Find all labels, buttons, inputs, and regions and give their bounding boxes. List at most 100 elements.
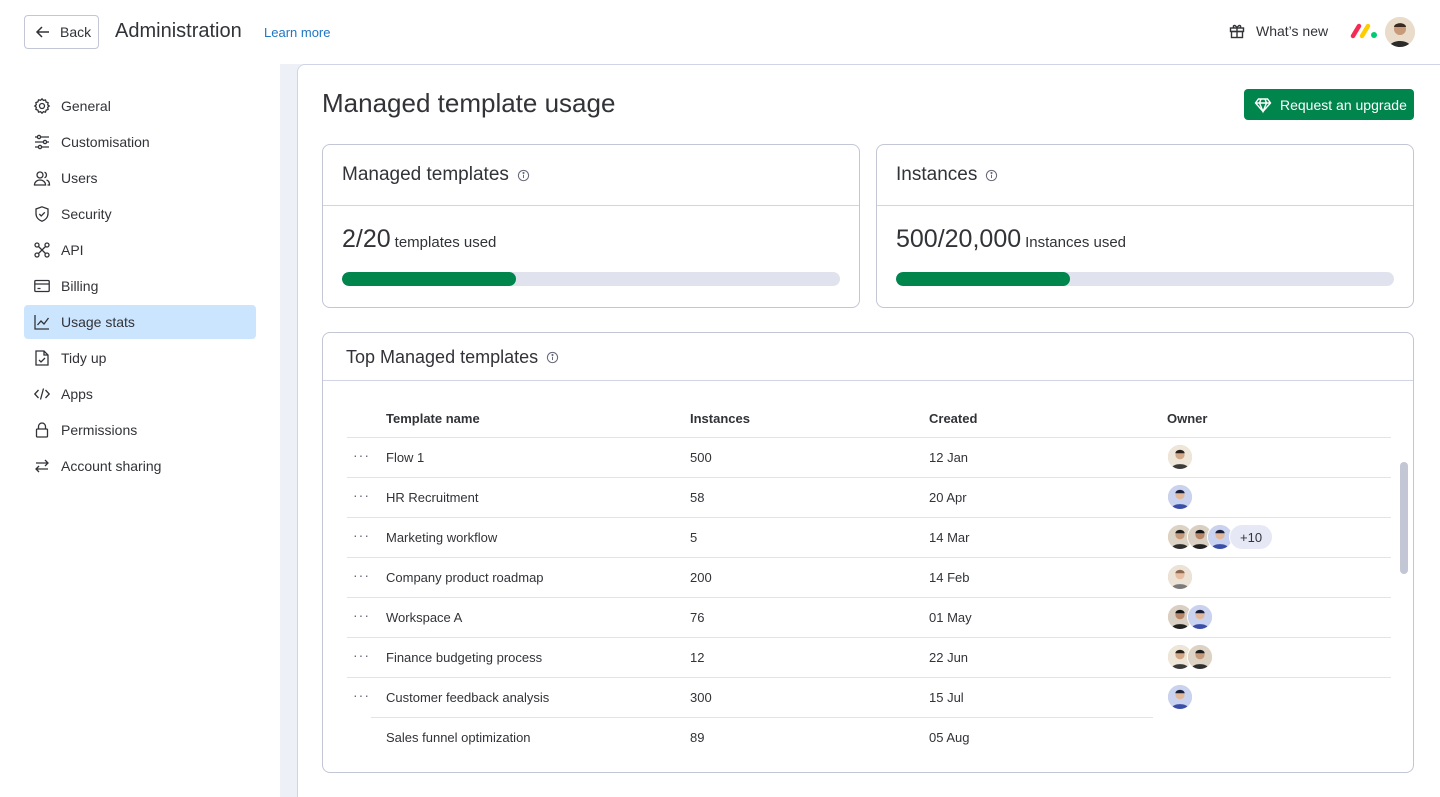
table-title: Top Managed templates [346,347,559,368]
monday-logo-icon [1350,23,1377,39]
sidebar-item-label: Security [61,206,112,222]
table-row[interactable]: ··· Customer feedback analysis 300 15 Jul [347,677,1391,717]
cell-template-name[interactable]: HR Recruitment [386,490,478,505]
request-upgrade-label: Request an upgrade [1280,96,1407,113]
card-title: Instances [896,164,978,185]
cell-instances: 89 [690,730,705,745]
api-icon [34,242,50,258]
sidebar-item-label: Permissions [61,422,138,438]
sidebar-item-label: Customisation [61,134,150,150]
cell-template-name[interactable]: Sales funnel optimization [386,730,531,745]
cell-instances: 12 [690,650,705,665]
cell-template-name[interactable]: Customer feedback analysis [386,690,549,705]
request-upgrade-button[interactable]: Request an upgrade [1244,89,1414,120]
sidebar-item-billing[interactable]: Billing [24,269,256,303]
row-menu-button[interactable]: ··· [353,607,370,623]
sidebar-item-users[interactable]: Users [24,161,256,195]
cell-owner [1167,604,1213,630]
sidebar-item-customisation[interactable]: Customisation [24,125,256,159]
column-header-instances[interactable]: Instances [690,411,750,426]
cell-instances: 200 [690,570,712,585]
sidebar-item-api[interactable]: API [24,233,256,267]
cell-created: 12 Jan [929,450,969,465]
instances-card: Instances 500/20,000 Instances used [876,144,1414,308]
cell-instances: 76 [690,610,705,625]
instances-used-suffix: Instances used [1025,234,1127,251]
templates-progress-fill [342,272,517,286]
owner-avatar[interactable] [1167,684,1193,710]
learn-more-link[interactable]: Learn more [264,25,330,40]
shield-icon [35,206,49,222]
info-icon[interactable] [985,169,998,182]
owner-avatar[interactable] [1187,604,1213,630]
cell-owner [1167,564,1193,590]
row-menu-button[interactable]: ··· [353,447,370,463]
sidebar-item-usage-stats[interactable]: Usage stats [24,305,256,339]
table-row[interactable]: ··· Company product roadmap 200 14 Feb [347,557,1391,597]
column-header-created[interactable]: Created [929,411,977,426]
info-icon[interactable] [517,169,530,182]
cell-owner: +10 [1167,524,1274,550]
sidebar-item-label: Usage stats [61,314,135,330]
row-menu-button[interactable]: ··· [353,687,370,703]
cell-instances: 300 [690,690,712,705]
table-row[interactable]: ··· Finance budgeting process 12 22 Jun [347,637,1391,677]
sidebar-item-label: Billing [61,278,99,294]
owner-avatar[interactable] [1167,484,1193,510]
card-header: Managed templates [323,145,859,206]
lock-icon [35,422,49,438]
column-header-template-name[interactable]: Template name [386,411,480,426]
table-row[interactable]: ··· Flow 1 500 12 Jan [347,437,1391,477]
table-row[interactable]: ··· Workspace A 76 01 May [347,597,1391,637]
cell-template-name[interactable]: Finance budgeting process [386,650,542,665]
table-row[interactable]: ··· HR Recruitment 58 20 Apr [347,477,1391,517]
sidebar-item-account-sharing[interactable]: Account sharing [24,449,256,483]
whats-new-button[interactable]: What’s new [1228,22,1328,40]
cell-template-name[interactable]: Marketing workflow [386,530,497,545]
row-menu-button[interactable]: ··· [353,567,370,583]
back-button[interactable]: Back [24,15,99,49]
users-icon [33,171,51,186]
table-title-text: Top Managed templates [346,347,539,367]
swap-icon [35,459,49,473]
cell-created: 22 Jun [929,650,969,665]
card-title: Managed templates [342,164,509,185]
row-menu-button[interactable]: ··· [353,487,370,503]
more-owners-badge[interactable]: +10 [1229,524,1274,550]
sidebar-item-permissions[interactable]: Permissions [24,413,256,447]
table-row[interactable]: Sales funnel optimization 89 05 Aug [371,717,1153,757]
code-icon [33,388,51,400]
owner-avatar[interactable] [1187,644,1213,670]
row-menu-button[interactable]: ··· [353,527,370,543]
cell-template-name[interactable]: Flow 1 [386,450,424,465]
table-scrollbar[interactable] [1400,462,1408,574]
sidebar-item-general[interactable]: General [24,89,256,123]
templates-progress-bar [342,272,840,286]
page-title: Managed template usage [322,88,616,118]
sidebar-item-label: Users [61,170,98,186]
cell-template-name[interactable]: Company product roadmap [386,570,544,585]
cell-created: 14 Mar [929,530,970,545]
templates-used-value: 2/20 [342,225,391,253]
top-bar: Back Administration Learn more What’s ne… [0,0,1440,64]
top-templates-card: Top Managed templates Template name Inst… [322,332,1414,773]
owner-avatar[interactable] [1167,564,1193,590]
cell-template-name[interactable]: Workspace A [386,610,462,625]
info-icon[interactable] [546,351,559,364]
instances-progress-bar [896,272,1394,286]
sidebar-item-tidy-up[interactable]: Tidy up [24,341,256,375]
column-header-owner[interactable]: Owner [1167,411,1207,426]
table-row[interactable]: ··· Marketing workflow 5 14 Mar +10 [347,517,1391,557]
owner-avatar[interactable] [1167,444,1193,470]
templates-used-suffix: templates used [394,234,497,251]
diamond-icon [1254,97,1272,113]
sidebar-item-apps[interactable]: Apps [24,377,256,411]
sidebar-item-label: General [61,98,111,114]
row-menu-button[interactable]: ··· [353,647,370,663]
sidebar-item-security[interactable]: Security [24,197,256,231]
cell-owner [1167,644,1213,670]
sidebar-item-label: Apps [61,386,93,402]
back-label: Back [60,24,92,40]
user-avatar[interactable] [1385,17,1415,47]
cell-created: 14 Feb [929,570,970,585]
